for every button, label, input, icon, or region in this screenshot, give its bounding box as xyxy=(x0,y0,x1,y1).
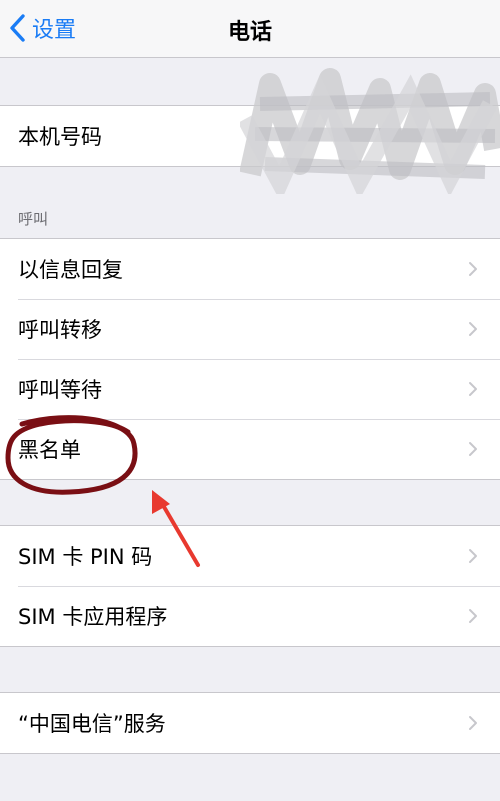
section-header-calls: 呼叫 xyxy=(18,210,49,228)
chevron-right-icon xyxy=(469,609,477,623)
list-item-reply-with-message[interactable]: 以信息回复 xyxy=(0,239,500,299)
chevron-right-icon xyxy=(469,549,477,563)
list-item-sim-applications[interactable]: SIM 卡应用程序 xyxy=(0,586,500,646)
list-item-label: 呼叫等待 xyxy=(18,378,102,402)
page-title: 电话 xyxy=(227,20,272,45)
sim-group: SIM 卡 PIN 码 SIM 卡应用程序 xyxy=(0,525,500,647)
list-item-call-waiting[interactable]: 呼叫等待 xyxy=(0,359,500,419)
navigation-bar: 设置 电话 xyxy=(0,0,500,58)
carrier-group: “中国电信”服务 xyxy=(0,692,500,754)
list-item-call-forwarding[interactable]: 呼叫转移 xyxy=(0,299,500,359)
chevron-right-icon xyxy=(469,382,477,396)
list-item-label: SIM 卡应用程序 xyxy=(18,605,168,629)
redaction-scribble xyxy=(240,68,500,194)
list-item-carrier-services[interactable]: “中国电信”服务 xyxy=(0,693,500,753)
list-item-label: 黑名单 xyxy=(18,438,81,462)
list-item-label: “中国电信”服务 xyxy=(18,712,166,736)
list-item-label: 呼叫转移 xyxy=(18,318,102,342)
list-item-label: SIM 卡 PIN 码 xyxy=(18,545,153,569)
list-item-label: 以信息回复 xyxy=(18,258,123,282)
chevron-right-icon xyxy=(469,262,477,276)
chevron-right-icon xyxy=(469,322,477,336)
annotation-arrow-head xyxy=(152,490,170,514)
list-item-blacklist[interactable]: 黑名单 xyxy=(0,419,500,479)
list-item-sim-pin[interactable]: SIM 卡 PIN 码 xyxy=(0,526,500,586)
my-number-label: 本机号码 xyxy=(18,125,102,149)
calls-group: 以信息回复 呼叫转移 呼叫等待 黑名单 xyxy=(0,238,500,480)
chevron-right-icon xyxy=(469,716,477,730)
chevron-right-icon xyxy=(469,442,477,456)
